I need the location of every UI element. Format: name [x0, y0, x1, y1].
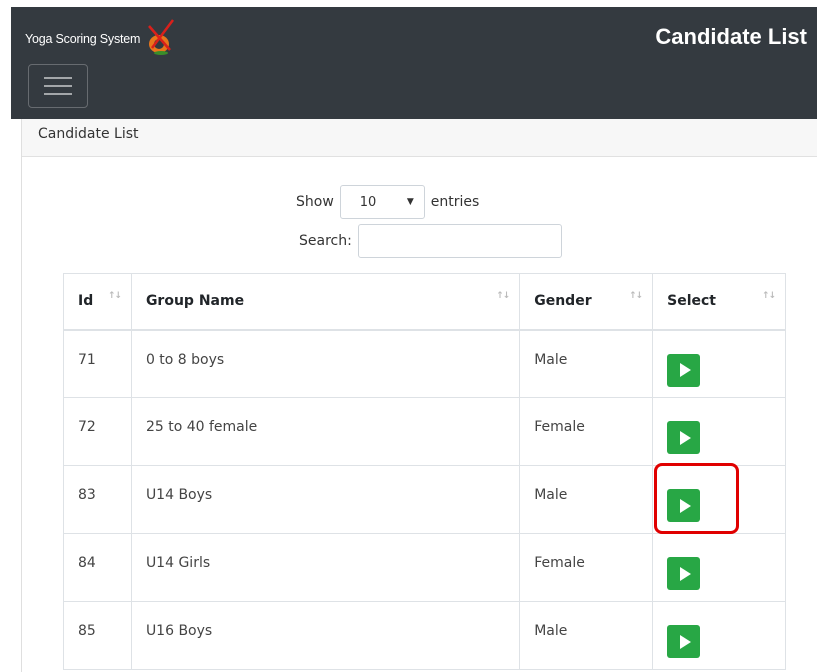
- cell-id: 85: [63, 601, 132, 670]
- table-row: 72 25 to 40 female Female: [63, 397, 786, 466]
- show-label: Show: [296, 194, 334, 210]
- cell-select: [652, 533, 786, 602]
- length-control: Show 10 ▼ entries: [296, 185, 479, 219]
- table-row: 71 0 to 8 boys Male: [63, 329, 786, 398]
- sort-icon: ↑↓: [629, 291, 643, 301]
- cell-gender: Male: [519, 465, 654, 534]
- page-title: Candidate List: [655, 24, 807, 49]
- brand-name: Yoga Scoring System: [25, 32, 141, 46]
- column-header-group-name[interactable]: Group Name ↑↓: [130, 273, 521, 331]
- play-icon: [679, 566, 691, 581]
- column-header-gender[interactable]: Gender ↑↓: [519, 273, 654, 331]
- top-navbar: Yoga Scoring System Candidate List: [11, 7, 817, 119]
- cell-group-name: 25 to 40 female: [130, 397, 521, 466]
- cell-id: 71: [63, 329, 132, 398]
- hamburger-icon: [44, 77, 72, 79]
- caret-down-icon: ▼: [406, 197, 414, 207]
- search-input[interactable]: [357, 224, 562, 258]
- cell-select: [652, 397, 786, 466]
- cell-group-name: U14 Girls: [130, 533, 521, 602]
- column-header-select[interactable]: Select ↑↓: [652, 273, 786, 331]
- cell-gender: Female: [519, 533, 654, 602]
- cell-group-name: U14 Boys: [130, 465, 521, 534]
- entries-label: entries: [430, 194, 480, 210]
- navbar-toggle-button[interactable]: [28, 64, 88, 108]
- cell-gender: Male: [519, 601, 654, 670]
- select-play-button[interactable]: [667, 353, 701, 387]
- table-header-row: Id ↑↓ Group Name ↑↓ Gender ↑↓ Select ↑↓: [63, 273, 786, 331]
- column-header-id[interactable]: Id ↑↓: [63, 273, 132, 331]
- select-play-button[interactable]: [667, 421, 701, 454]
- select-play-button[interactable]: [667, 557, 701, 590]
- cell-gender: Female: [519, 397, 654, 466]
- cell-select: [652, 601, 786, 670]
- table-row: 84 U14 Girls Female: [63, 533, 786, 602]
- cell-id: 72: [63, 397, 132, 466]
- entries-select[interactable]: 10 ▼: [339, 185, 425, 219]
- sort-icon: ↑↓: [761, 291, 776, 301]
- play-icon: [679, 363, 691, 377]
- play-icon: [679, 634, 691, 649]
- cell-id: 83: [63, 465, 132, 534]
- play-icon: [679, 430, 691, 445]
- card-header: Candidate List: [22, 119, 817, 157]
- cell-group-name: U16 Boys: [130, 601, 521, 670]
- cell-select: [652, 329, 786, 398]
- entries-select-value: 10: [359, 194, 377, 210]
- table-row: 85 U16 Boys Male: [63, 601, 786, 670]
- cell-gender: Male: [519, 329, 654, 398]
- search-control: Search:: [299, 224, 562, 258]
- card-header-title: Candidate List: [38, 125, 139, 142]
- search-label: Search:: [299, 233, 352, 249]
- yoga-logo-icon: [148, 19, 175, 55]
- cell-group-name: 0 to 8 boys: [130, 329, 521, 398]
- sort-icon: ↑↓: [496, 291, 510, 301]
- cell-id: 84: [63, 533, 132, 602]
- select-play-button[interactable]: [667, 625, 701, 658]
- sort-icon: ↑↓: [107, 291, 122, 301]
- brand[interactable]: Yoga Scoring System: [25, 19, 178, 55]
- highlight-annotation: [654, 463, 739, 534]
